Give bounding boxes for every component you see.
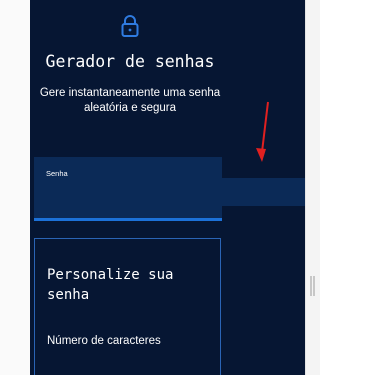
password-label: Senha — [46, 169, 68, 178]
length-label: Número de caracteres — [47, 335, 161, 347]
red-arrow-icon — [256, 101, 269, 162]
page-left-gutter — [0, 0, 30, 375]
lock-icon — [121, 15, 139, 37]
password-action-strip[interactable] — [222, 178, 305, 206]
scrollbar-grip-icon[interactable] — [309, 276, 316, 296]
password-field[interactable]: Senha — [34, 157, 222, 221]
customize-panel: Personalize sua senha Número de caracter… — [34, 238, 221, 375]
customize-title: Personalize sua senha — [47, 267, 174, 303]
page-subtitle: Gere instantaneamente uma senha aleatóri… — [39, 87, 221, 114]
page-right-blank — [320, 0, 365, 375]
password-field-underline — [34, 218, 222, 221]
page-title: Gerador de senhas — [45, 52, 215, 71]
scrollbar[interactable] — [305, 0, 320, 375]
password-generator-app: Gerador de senhas Gere instantaneamente … — [30, 0, 305, 375]
